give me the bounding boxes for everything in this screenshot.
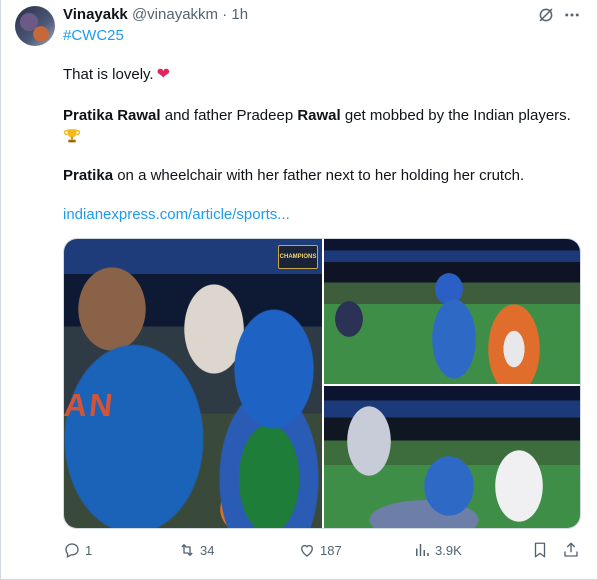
author-avatar[interactable] xyxy=(15,6,55,46)
header-separator: · xyxy=(222,6,228,23)
grok-icon[interactable] xyxy=(537,6,555,24)
action-bar: 1 34 187 3.9K xyxy=(1,541,598,561)
repost-count: 34 xyxy=(200,542,215,558)
views-button[interactable]: 3.9K xyxy=(413,541,462,559)
photo-3[interactable] xyxy=(324,386,580,528)
tweet-text-line-3: Pratika on a wheelchair with her father … xyxy=(63,166,524,186)
tweet-header: Vinayakk @vinayakkm · 1h xyxy=(63,6,248,24)
more-options-icon[interactable] xyxy=(562,6,582,24)
share-icon xyxy=(564,542,578,557)
repost-icon xyxy=(181,544,193,556)
photo-1[interactable]: CHAMPIONS AN xyxy=(64,239,322,528)
share-button[interactable] xyxy=(562,541,580,559)
tweet-text-line-1: That is lovely. ❤ xyxy=(63,65,170,85)
photo1-champions-text: CHAMPIONS xyxy=(279,254,317,260)
reply-button[interactable]: 1 xyxy=(63,541,92,559)
views-count: 3.9K xyxy=(435,542,462,558)
line2-part-2: Rawal xyxy=(297,107,341,124)
like-button[interactable]: 187 xyxy=(298,541,342,559)
media-grid: CHAMPIONS AN xyxy=(63,238,581,529)
bookmark-button[interactable] xyxy=(531,541,549,559)
like-icon xyxy=(301,544,313,557)
heart-emoji-icon: ❤ xyxy=(156,66,170,83)
line2-part-3: get mobbed by the Indian players. xyxy=(340,107,571,124)
author-name[interactable]: Vinayakk xyxy=(63,6,128,23)
reply-count: 1 xyxy=(85,542,93,558)
line3-part-0: Pratika xyxy=(63,167,114,184)
trophy-icon xyxy=(63,129,81,143)
repost-button[interactable]: 34 xyxy=(178,541,214,559)
tweet-text-line-2: Pratika Rawal and father Pradeep Rawal g… xyxy=(63,106,571,126)
line1-text: That is lovely. xyxy=(63,66,154,83)
line3-part-1: on a wheelchair with her father next to … xyxy=(113,167,525,184)
like-count: 187 xyxy=(320,542,342,558)
author-handle[interactable]: @vinayakkm xyxy=(132,6,218,23)
views-icon xyxy=(416,544,429,556)
line2-part-1: and father Pradeep xyxy=(160,107,298,124)
line2-part-0: Pratika Rawal xyxy=(63,107,161,124)
bookmark-icon xyxy=(534,542,546,558)
tweet-card: Vinayakk @vinayakkm · 1h #CWC25 That is … xyxy=(0,0,598,580)
tweet-timestamp[interactable]: 1h xyxy=(231,6,248,23)
article-link[interactable]: indianexpress.com/article/sports... xyxy=(63,206,290,223)
reply-icon xyxy=(65,543,79,558)
hashtag-link[interactable]: #CWC25 xyxy=(63,27,124,44)
photo-2[interactable] xyxy=(324,239,580,384)
